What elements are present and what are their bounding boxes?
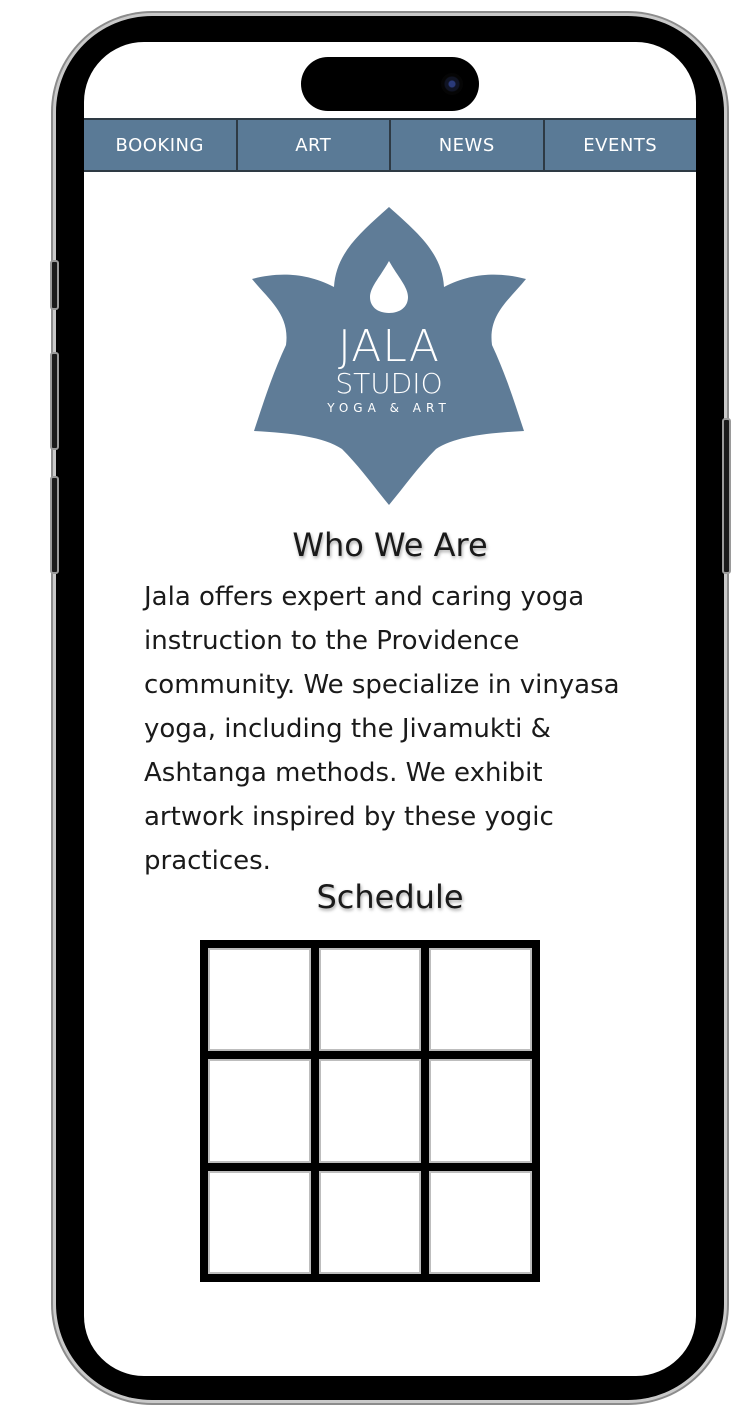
main-nav: BOOKING ART NEWS EVENTS <box>84 118 696 172</box>
volume-down-button <box>50 476 59 574</box>
schedule-cell[interactable] <box>429 1170 532 1274</box>
schedule-cell[interactable] <box>429 948 532 1052</box>
about-line: practices. <box>144 846 271 876</box>
about-text: Jala offers expert and caring yoga instr… <box>144 575 624 883</box>
schedule-cell[interactable] <box>318 948 422 1052</box>
volume-up-button <box>50 352 59 450</box>
schedule-cell[interactable] <box>318 1170 422 1274</box>
logo-line-tagline: YOGA & ART <box>326 401 451 415</box>
nav-booking[interactable]: BOOKING <box>84 120 238 170</box>
about-line: community. We specialize in vinyasa <box>144 670 620 700</box>
about-line: artwork inspired by these yogic <box>144 802 554 832</box>
schedule-cell[interactable] <box>318 1059 422 1163</box>
about-title: Who We Are <box>292 526 488 564</box>
logo-line-studio: STUDIO <box>335 367 442 400</box>
schedule-cell[interactable] <box>208 948 311 1052</box>
schedule-cell[interactable] <box>429 1059 532 1163</box>
nav-news[interactable]: NEWS <box>391 120 545 170</box>
nav-events[interactable]: EVENTS <box>545 120 697 170</box>
about-line: Ashtanga methods. We exhibit <box>144 758 543 788</box>
logo-line-jala: JALA <box>338 321 440 372</box>
schedule-grid <box>200 940 540 1282</box>
camera-icon <box>441 73 463 95</box>
schedule-cell[interactable] <box>208 1059 311 1163</box>
jala-studio-logo: JALA STUDIO YOGA & ART <box>252 207 526 505</box>
nav-art[interactable]: ART <box>238 120 391 170</box>
schedule-cell[interactable] <box>208 1170 311 1274</box>
schedule-title: Schedule <box>316 878 464 916</box>
action-button <box>50 260 59 310</box>
about-line: Jala offers expert and caring yoga <box>144 582 585 612</box>
about-line: yoga, including the Jivamukti & <box>144 714 551 744</box>
about-line: instruction to the Providence <box>144 626 520 656</box>
power-button <box>722 418 731 574</box>
